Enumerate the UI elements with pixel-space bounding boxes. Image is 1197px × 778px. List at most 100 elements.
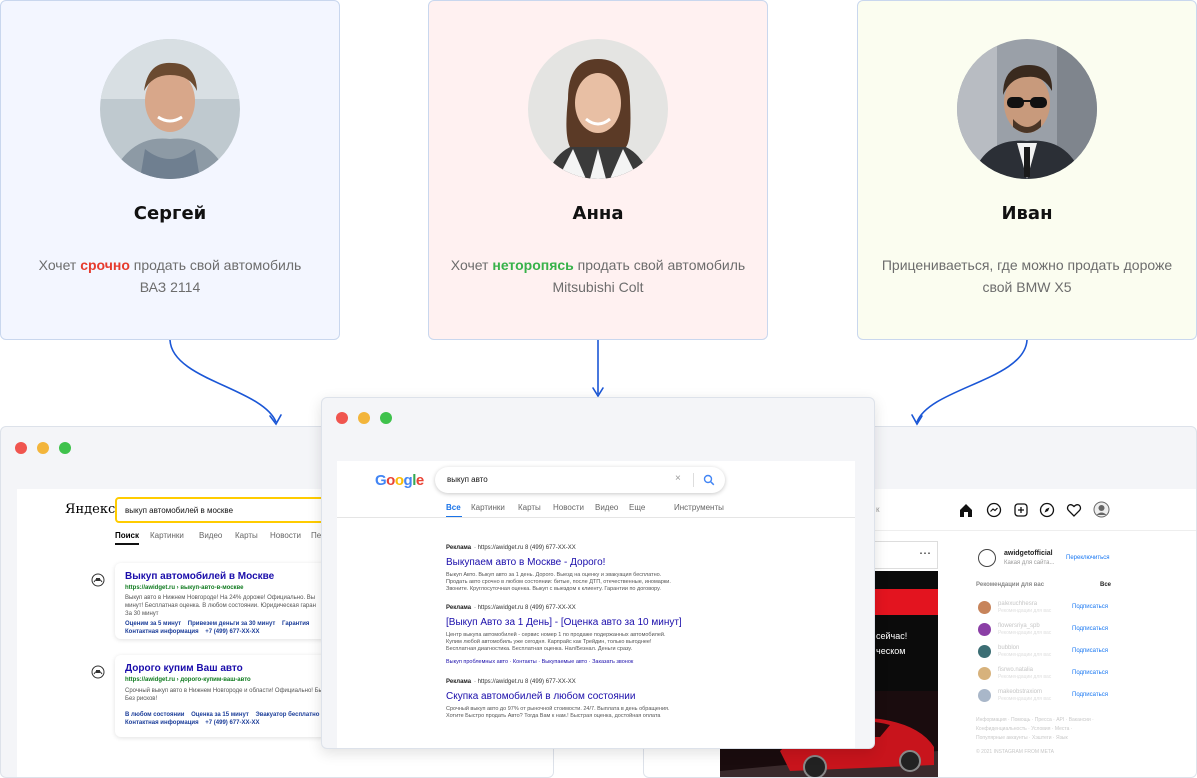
yandex-tabs: Поиск Картинки Видео Карты Новости Пе xyxy=(115,531,335,547)
result-contacts[interactable]: Контактная информация +7 (499) 677-XX-XX xyxy=(125,719,259,727)
ad-snippet: Хотите Быстро продать Авто? Тогда Вам к … xyxy=(446,713,661,719)
footer-links-1[interactable]: Информация · Помощь · Пресса · API · Вак… xyxy=(976,717,1094,723)
ad-title[interactable]: Выкупаем авто в Москве - Дорого! xyxy=(446,557,605,568)
suggestion-subtitle: Рекомендации для вас xyxy=(998,674,1052,680)
google-search-input[interactable]: выкуп авто × xyxy=(435,467,725,493)
account-subtitle: Какая для сайта... xyxy=(1004,560,1055,566)
suggestion-row: flowersriya_spb Рекомендации для вас Под… xyxy=(974,621,1114,639)
tools-link[interactable]: Инструменты xyxy=(674,503,724,512)
follow-button[interactable]: Подписаться xyxy=(1072,648,1108,654)
ad-url[interactable]: · https://awidget.ru 8 (499) 677-XX-XX xyxy=(474,545,576,551)
result-contacts[interactable]: Контактная информация +7 (499) 677-XX-XX xyxy=(125,628,259,636)
post-menu-icon[interactable]: ⋯ xyxy=(919,546,931,560)
search-result-card: Дорого купим Ваш авто https://awidget.ru… xyxy=(115,655,335,737)
instagram-sidebar: awidgetofficial Какая для сайта... Перек… xyxy=(974,545,1114,775)
tab-images[interactable]: Картинки xyxy=(150,531,184,540)
ad-snippet: Продать авто срочно в любом состоянии: б… xyxy=(446,579,671,585)
post-header: ⋯ xyxy=(872,541,938,569)
tab-video[interactable]: Видео xyxy=(199,531,222,540)
search-icon[interactable] xyxy=(703,474,715,486)
tabs-divider xyxy=(337,517,855,518)
profile-avatar-icon[interactable] xyxy=(1093,501,1110,518)
follow-button[interactable]: Подписаться xyxy=(1072,670,1108,676)
result-snippet: минут! Бесплатная оценка. В любом состоя… xyxy=(125,603,316,609)
suggestion-row: bubblon Рекомендации для вас Подписаться xyxy=(974,643,1114,661)
ad-text-2: ческом xyxy=(876,646,906,656)
window-close-button[interactable] xyxy=(336,412,348,424)
connector-arrows xyxy=(169,339,1028,426)
follow-button[interactable]: Подписаться xyxy=(1072,604,1108,610)
heart-icon[interactable] xyxy=(1066,502,1082,518)
footer-links-2[interactable]: Конфиденциальность · Условия · Места · xyxy=(976,726,1072,732)
result-sitelinks[interactable]: Оценим за 5 минут Привезем деньги за 30 … xyxy=(125,620,309,628)
suggestion-row: palexuchhesra Рекомендации для вас Подпи… xyxy=(974,599,1114,617)
recommendations-all-link[interactable]: Все xyxy=(1100,582,1111,588)
tab-search[interactable]: Поиск xyxy=(115,531,139,540)
suggestion-row: makeobstraxiom Рекомендации для вас Подп… xyxy=(974,687,1114,705)
home-icon[interactable] xyxy=(958,502,974,518)
tab-maps[interactable]: Карты xyxy=(518,503,541,512)
switch-account-link[interactable]: Переключиться xyxy=(1066,555,1110,561)
account-username[interactable]: awidgetofficial xyxy=(1004,550,1053,557)
ad-snippet: Звоните. Круглосуточная оценка. Выкуп с … xyxy=(446,586,661,592)
suggestion-username: makeobstraxiom xyxy=(998,689,1043,695)
search-result-card: Выкуп автомобилей в Москве https://awidg… xyxy=(115,563,335,639)
window-minimize-button[interactable] xyxy=(358,412,370,424)
result-sitelinks[interactable]: В любом состоянии Оценка за 15 минут Эва… xyxy=(125,711,319,719)
favicon-icon xyxy=(91,573,105,587)
result-url[interactable]: https://awidget.ru › дорого-купим-ваш-ав… xyxy=(125,677,251,683)
footer-links-3[interactable]: Популярные аккаунты · Хэштеги · Язык xyxy=(976,735,1068,741)
yandex-logo[interactable]: Яндекс xyxy=(65,502,115,517)
suggestion-username: bubblon xyxy=(998,645,1020,651)
tab-news[interactable]: Новости xyxy=(270,531,301,540)
search-query: выкуп авто xyxy=(447,475,488,484)
follow-button[interactable]: Подписаться xyxy=(1072,626,1108,632)
window-maximize-button[interactable] xyxy=(59,442,71,454)
suggestion-subtitle: Рекомендации для вас xyxy=(998,652,1052,658)
ad-snippet: Центр выкупа автомобилей - сервис номер … xyxy=(446,632,666,638)
tab-maps[interactable]: Карты xyxy=(235,531,258,540)
tab-more[interactable]: Еще xyxy=(629,503,645,512)
suggestion-subtitle: Рекомендации для вас xyxy=(998,608,1052,614)
suggestion-subtitle: Рекомендации для вас xyxy=(998,630,1052,636)
ad-title[interactable]: Скупка автомобилей в любом состоянии xyxy=(446,691,635,702)
ad-red-button xyxy=(870,589,938,615)
suggestion-username: palexuchhesra xyxy=(998,601,1038,607)
tab-all[interactable]: Все xyxy=(446,503,461,512)
window-maximize-button[interactable] xyxy=(380,412,392,424)
explore-icon[interactable] xyxy=(1039,502,1055,518)
ad-title[interactable]: [Выкуп Авто за 1 День] - [Оценка авто за… xyxy=(446,617,682,628)
new-post-icon[interactable] xyxy=(1013,502,1029,518)
result-title[interactable]: Выкуп автомобилей в Москве xyxy=(125,571,274,582)
suggestion-avatar xyxy=(978,601,991,614)
result-title[interactable]: Дорого купим Ваш авто xyxy=(125,663,243,674)
tab-images[interactable]: Картинки xyxy=(471,503,505,512)
google-logo[interactable]: Google xyxy=(375,472,424,489)
favicon-icon xyxy=(91,665,105,679)
window-minimize-button[interactable] xyxy=(37,442,49,454)
result-url[interactable]: https://awidget.ru › выкуп-авто-в-москве xyxy=(125,585,244,591)
tab-news[interactable]: Новости xyxy=(553,503,584,512)
ad-text-1: сейчас! xyxy=(876,631,908,641)
suggestion-username: fisrwo.natalia xyxy=(998,667,1034,673)
ad-result: Реклама · https://awidget.ru 8 (499) 677… xyxy=(446,679,746,729)
follow-button[interactable]: Подписаться xyxy=(1072,692,1108,698)
result-snippet: За 30 минут xyxy=(125,611,159,617)
search-query: выкуп автомобилей в москве xyxy=(125,506,234,515)
result-snippet: Без рисков! xyxy=(125,696,158,702)
ad-label: Реклама xyxy=(446,605,472,611)
copyright: © 2021 INSTAGRAM FROM META xyxy=(976,749,1054,755)
messenger-icon[interactable] xyxy=(986,502,1002,518)
clear-icon[interactable]: × xyxy=(675,473,681,484)
ad-sitelinks[interactable]: Выкуп проблемных авто · Контакты · Выкуп… xyxy=(446,659,633,665)
tab-video[interactable]: Видео xyxy=(595,503,618,512)
ad-snippet: Срочный выкуп авто до 97% от рыночной ст… xyxy=(446,706,670,712)
ad-url[interactable]: · https://awidget.ru 8 (499) 677-XX-XX xyxy=(474,679,576,685)
recommendations-title: Рекомендации для вас xyxy=(976,582,1045,588)
suggestion-subtitle: Рекомендации для вас xyxy=(998,696,1052,702)
tab-more[interactable]: Пе xyxy=(311,531,321,540)
window-close-button[interactable] xyxy=(15,442,27,454)
active-tab-indicator xyxy=(115,543,139,545)
ad-url[interactable]: · https://awidget.ru 8 (499) 677-XX-XX xyxy=(474,605,576,611)
suggestion-avatar xyxy=(978,667,991,680)
